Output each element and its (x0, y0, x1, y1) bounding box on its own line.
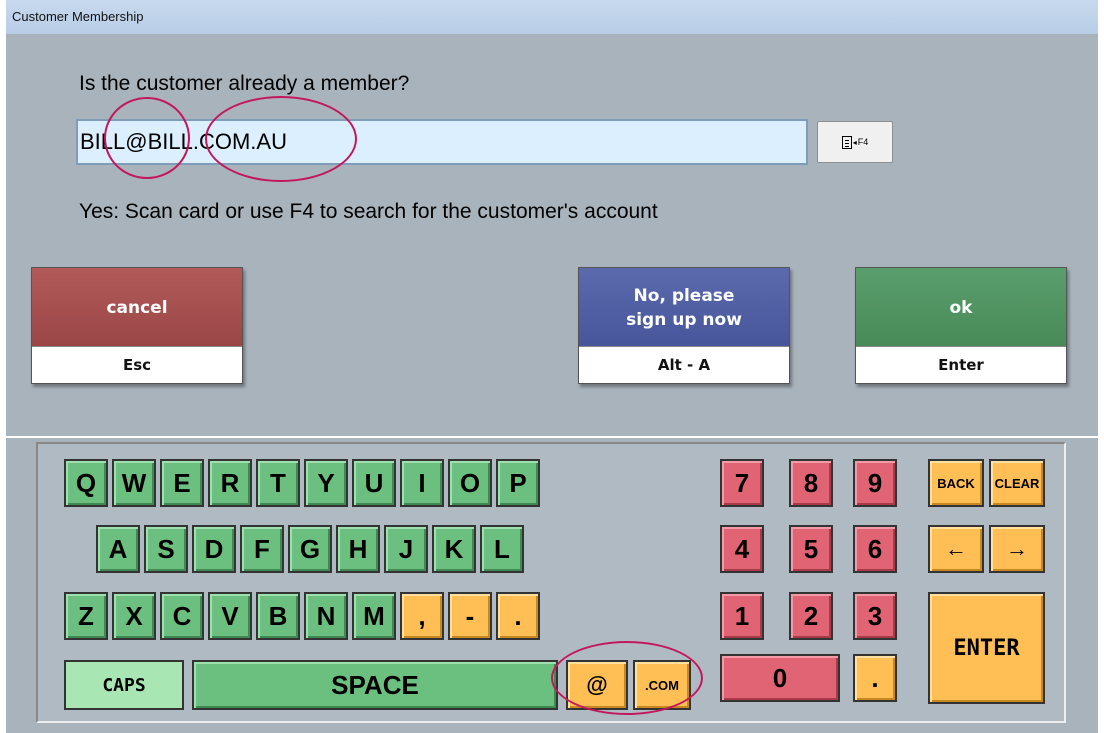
key-decimal[interactable]: . (853, 654, 897, 702)
enter-key[interactable]: ENTER (928, 592, 1045, 704)
title-bar: Customer Membership (6, 0, 1098, 34)
key-y[interactable]: Y (304, 459, 348, 507)
key-m[interactable]: M (352, 592, 396, 640)
key-v[interactable]: V (208, 592, 252, 640)
key-e[interactable]: E (160, 459, 204, 507)
ok-shortcut: Enter (856, 346, 1066, 383)
key-comma[interactable]: , (400, 592, 444, 640)
key-z[interactable]: Z (64, 592, 108, 640)
key-0[interactable]: 0 (720, 654, 840, 702)
key-4[interactable]: 4 (720, 525, 764, 573)
cancel-button[interactable]: cancel Esc (31, 267, 243, 384)
key-6[interactable]: 6 (853, 525, 897, 573)
right-border (1098, 0, 1104, 733)
key-o[interactable]: O (448, 459, 492, 507)
left-arrow-key[interactable]: ← (928, 525, 984, 573)
key-c[interactable]: C (160, 592, 204, 640)
member-question: Is the customer already a member? (79, 72, 410, 95)
key-q[interactable]: Q (64, 459, 108, 507)
search-hint: Yes: Scan card or use F4 to search for t… (79, 200, 658, 223)
key-u[interactable]: U (352, 459, 396, 507)
key-5[interactable]: 5 (789, 525, 833, 573)
f4-search-button[interactable]: ◂ F4 (817, 121, 893, 163)
key-b[interactable]: B (256, 592, 300, 640)
back-key[interactable]: BACK (928, 459, 984, 507)
key-j[interactable]: J (384, 525, 428, 573)
left-border (0, 0, 6, 733)
sign-up-label: No, please sign up now (579, 268, 789, 347)
key-s[interactable]: S (144, 525, 188, 573)
key-d[interactable]: D (192, 525, 236, 573)
key-h[interactable]: H (336, 525, 380, 573)
key-g[interactable]: G (288, 525, 332, 573)
arrow-left-icon: ◂ (852, 137, 857, 147)
ok-label: ok (856, 268, 1066, 347)
key-i[interactable]: I (400, 459, 444, 507)
key-period[interactable]: . (496, 592, 540, 640)
key-x[interactable]: X (112, 592, 156, 640)
key-8[interactable]: 8 (789, 459, 833, 507)
membership-window: Customer Membership Is the customer alre… (0, 0, 1104, 733)
cancel-label: cancel (32, 268, 242, 347)
f4-label: F4 (857, 137, 869, 147)
document-icon (841, 135, 852, 149)
key-7[interactable]: 7 (720, 459, 764, 507)
key-3[interactable]: 3 (853, 592, 897, 640)
space-key[interactable]: SPACE (192, 660, 558, 710)
key-n[interactable]: N (304, 592, 348, 640)
key-1[interactable]: 1 (720, 592, 764, 640)
key-2[interactable]: 2 (789, 592, 833, 640)
caps-key[interactable]: CAPS (64, 660, 184, 710)
key-p[interactable]: P (496, 459, 540, 507)
sign-up-button[interactable]: No, please sign up now Alt - A (578, 267, 790, 384)
ok-button[interactable]: ok Enter (855, 267, 1067, 384)
sign-up-shortcut: Alt - A (579, 346, 789, 383)
member-search-input[interactable] (76, 119, 808, 165)
key-t[interactable]: T (256, 459, 300, 507)
right-arrow-key[interactable]: → (989, 525, 1045, 573)
key-r[interactable]: R (208, 459, 252, 507)
at-key[interactable]: @ (566, 660, 628, 710)
clear-key[interactable]: CLEAR (989, 459, 1045, 507)
window-title: Customer Membership (12, 9, 144, 24)
key-a[interactable]: A (96, 525, 140, 573)
key-l[interactable]: L (480, 525, 524, 573)
key-f[interactable]: F (240, 525, 284, 573)
dot-com-key[interactable]: .COM (633, 660, 691, 710)
key-hyphen[interactable]: - (448, 592, 492, 640)
cancel-shortcut: Esc (32, 346, 242, 383)
key-k[interactable]: K (432, 525, 476, 573)
key-w[interactable]: W (112, 459, 156, 507)
key-9[interactable]: 9 (853, 459, 897, 507)
